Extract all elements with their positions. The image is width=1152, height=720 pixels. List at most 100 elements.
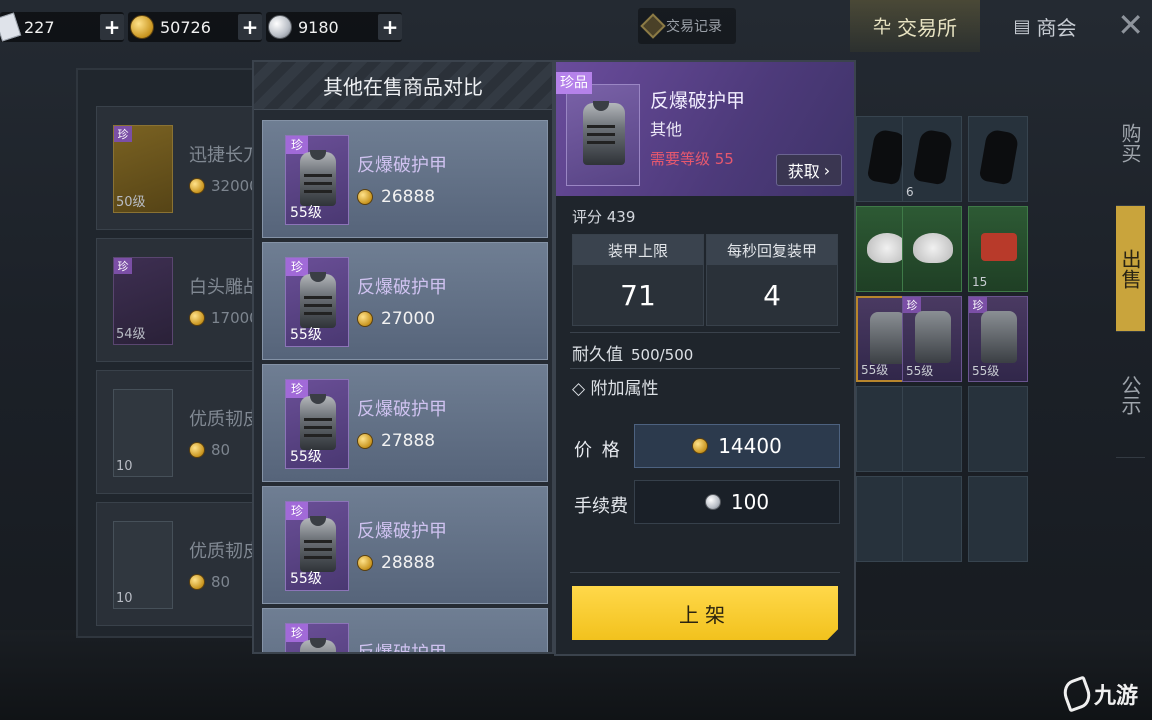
durability-label: 耐久值 (572, 345, 623, 365)
watermark: 九游 (1059, 675, 1138, 713)
material-icon (913, 233, 953, 263)
stat-value: 71 (620, 278, 656, 312)
inventory-slot-empty[interactable] (968, 476, 1028, 562)
inventory-slot[interactable] (902, 206, 962, 292)
inventory-slot[interactable]: 15 (968, 206, 1028, 292)
list-item[interactable]: 珍 54级 白头雕战 17000 (96, 238, 276, 362)
stat-armor-regen: 每秒回复装甲 4 (706, 234, 838, 326)
price-value: 28888 (381, 553, 436, 573)
comparison-item[interactable]: 珍 55级 反爆破护甲 27888 (262, 364, 548, 482)
stat-label: 装甲上限 (573, 235, 703, 265)
inventory-slot[interactable]: 珍 55级 (902, 296, 962, 382)
gold-coin-icon (357, 433, 373, 449)
comparison-item[interactable]: 珍 55级 反爆破护甲 27000 (262, 242, 548, 360)
trade-record-label: 交易记录 (666, 19, 722, 35)
item-level: 55级 (290, 571, 322, 587)
item-type: 其他 (650, 120, 683, 139)
listing-panel-background: 珍 50级 迅捷长刀 32000 珍 54级 白头雕战 17000 10 优质韧… (76, 68, 276, 638)
item-name: 反爆破护甲 (357, 399, 447, 420)
tab-exchange[interactable]: 卆 交易所 (850, 0, 980, 52)
comparison-item[interactable]: 珍 反爆破护甲 (262, 608, 548, 654)
item-thumbnail: 珍 (285, 623, 349, 652)
item-header: 珍品 反爆破护甲 其他 需要等级 55 获取 › (556, 62, 854, 196)
comparison-item[interactable]: 珍 55级 反爆破护甲 26888 (262, 120, 548, 238)
gold-coin-icon (130, 15, 154, 39)
gold-coin-icon (189, 310, 205, 326)
item-name: 迅捷长刀 (189, 145, 261, 166)
rarity-badge: 珍 (286, 624, 308, 642)
tab-buy[interactable]: 购买 (1116, 80, 1145, 206)
item-detail-panel: 珍品 反爆破护甲 其他 需要等级 55 获取 › 评分 439 装甲上限 71 … (554, 60, 856, 656)
slot-count: 6 (906, 185, 914, 199)
inventory-slot[interactable]: 珍 55级 (968, 296, 1028, 382)
list-item[interactable]: 10 优质韧皮 80 (96, 370, 276, 494)
gold-coin-icon (357, 311, 373, 327)
level-requirement: 需要等级 55 (650, 150, 734, 168)
item-name: 反爆破护甲 (357, 521, 447, 542)
comparison-title: 其他在售商品对比 (254, 62, 552, 110)
ticket-amount: 227 (24, 17, 55, 37)
trade-record-icon (640, 13, 666, 39)
add-gold-button[interactable]: + (238, 14, 262, 40)
inventory-slot-empty[interactable] (968, 386, 1028, 472)
vest-icon (915, 311, 951, 363)
jiuyou-logo-icon (1059, 675, 1095, 713)
stat-label: 每秒回复装甲 (707, 235, 837, 265)
gold-amount: 50726 (160, 17, 211, 37)
price-value: 80 (211, 573, 231, 591)
close-icon[interactable]: ✕ (1117, 6, 1144, 44)
divider (570, 572, 840, 573)
vest-icon (981, 311, 1017, 363)
tab-sell[interactable]: 出售 (1116, 206, 1145, 332)
price-value: 80 (211, 441, 231, 459)
item-level: 50级 (116, 195, 146, 210)
inventory-slot[interactable] (968, 116, 1028, 202)
durability: 耐久值 500/500 (572, 340, 693, 365)
item-name: 反爆破护甲 (650, 90, 746, 112)
tab-chamber[interactable]: ▤ 商会 (990, 0, 1100, 52)
item-thumbnail: 10 (113, 389, 173, 477)
rarity-badge: 珍 (114, 126, 132, 142)
fee-label: 手续费 (574, 496, 628, 517)
exchange-icon: 卆 (873, 17, 891, 38)
top-bar: 227 + 50726 + 9180 + 交易记录 卆 交易所 ▤ 商会 ✕ (0, 0, 1152, 56)
slot-level: 55级 (972, 364, 1000, 378)
comparison-item[interactable]: 珍 55级 反爆破护甲 28888 (262, 486, 548, 604)
tab-notice[interactable]: 公示 (1116, 332, 1145, 458)
rarity-badge: 珍 (286, 258, 308, 276)
add-silver-button[interactable]: + (378, 14, 402, 40)
add-ticket-button[interactable]: + (100, 14, 124, 40)
list-item[interactable]: 10 优质韧皮 80 (96, 502, 276, 626)
armor-piece-icon (912, 128, 954, 186)
rarity-badge: 珍 (286, 502, 308, 520)
rarity-badge: 珍 (114, 258, 132, 274)
item-price: 27000 (357, 309, 435, 329)
silver-coin-icon (268, 15, 292, 39)
inventory-slot-empty[interactable] (902, 476, 962, 562)
price-value: 26888 (381, 187, 436, 207)
inventory-slot-empty[interactable] (902, 386, 962, 472)
list-item-button[interactable]: 上架 (572, 586, 838, 640)
obtain-button[interactable]: 获取 › (776, 154, 842, 186)
list-item[interactable]: 珍 50级 迅捷长刀 32000 (96, 106, 276, 230)
price-value: 27000 (381, 309, 436, 329)
extra-attributes-toggle[interactable]: ◇ 附加属性 (572, 374, 658, 399)
rarity-badge: 珍 (969, 297, 987, 313)
gold-coin-icon (692, 438, 709, 454)
item-price: 27888 (357, 431, 435, 451)
silver-amount: 9180 (298, 17, 339, 37)
silver-currency: 9180 + (266, 12, 402, 42)
item-score: 评分 439 (572, 208, 636, 226)
price-value: 27888 (381, 431, 436, 451)
silver-coin-icon (704, 494, 721, 510)
inventory-slot[interactable]: 6 (902, 116, 962, 202)
item-price: 80 (189, 573, 230, 591)
chamber-icon: ▤ (1013, 15, 1031, 37)
item-name: 反爆破护甲 (357, 643, 447, 654)
stat-armor-cap: 装甲上限 71 (572, 234, 704, 326)
fee-value: 100 (730, 490, 770, 514)
price-input[interactable]: 14400 (634, 424, 840, 468)
item-price: 80 (189, 441, 230, 459)
armor-piece-icon (978, 128, 1020, 186)
trade-record-button[interactable]: 交易记录 (638, 8, 736, 44)
